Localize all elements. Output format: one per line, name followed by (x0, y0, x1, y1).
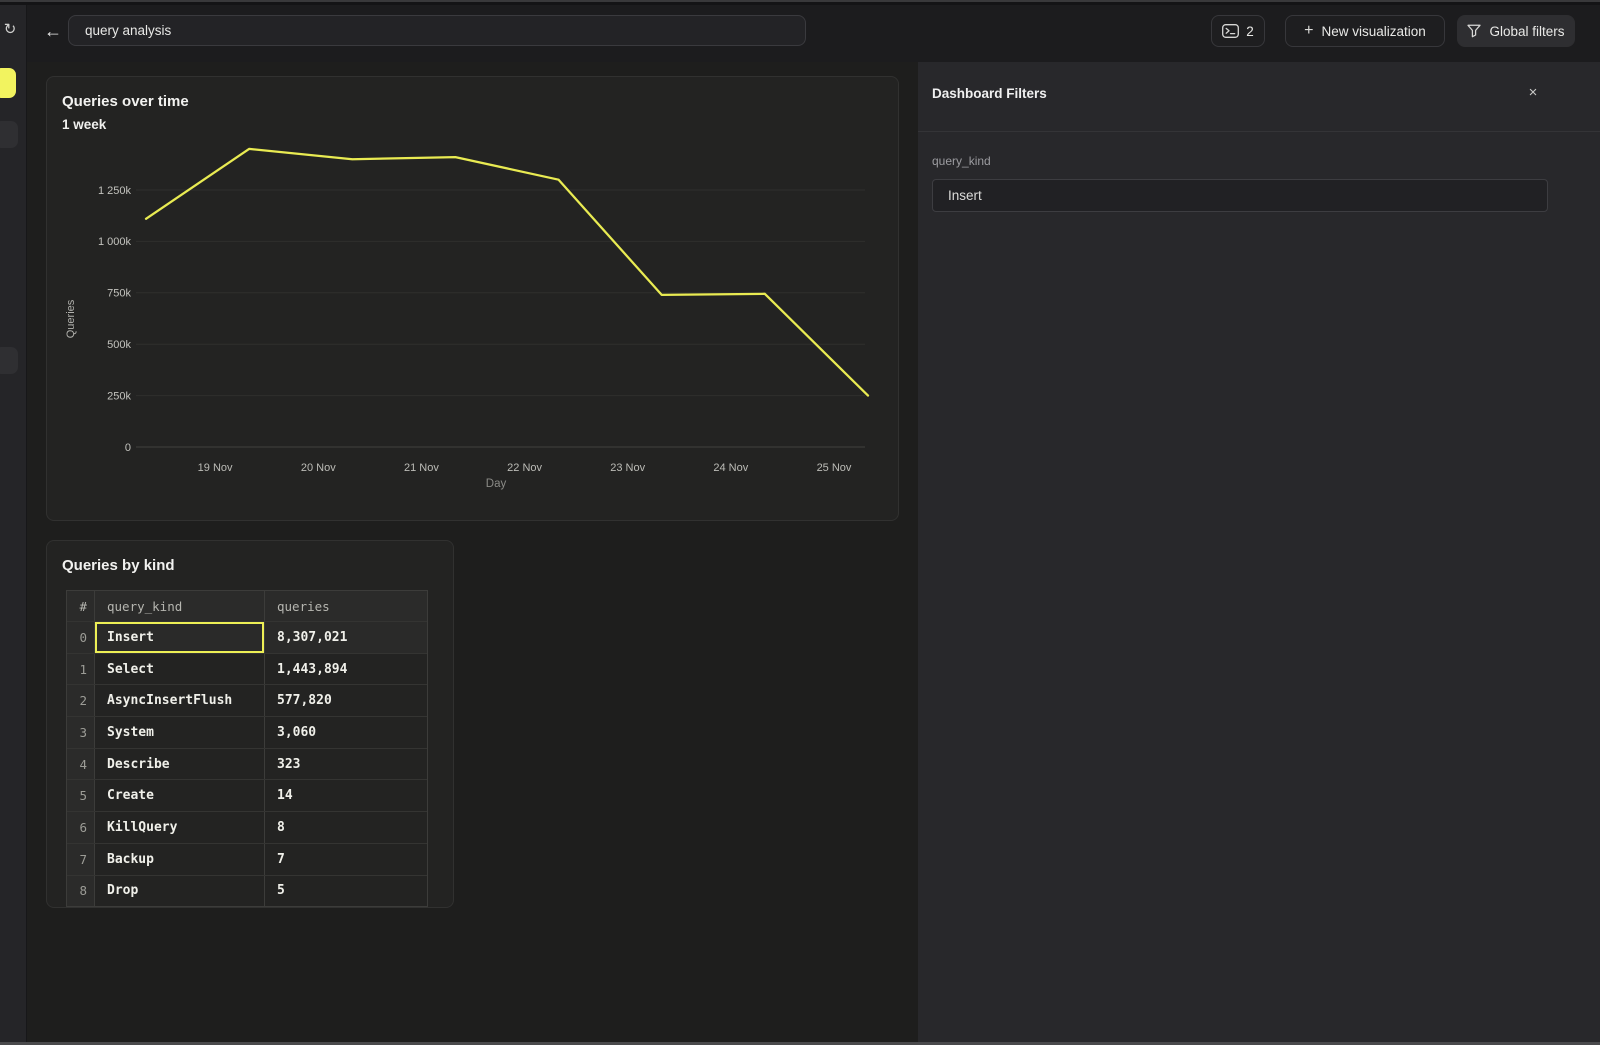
table-row: 2AsyncInsertFlush577,820 (67, 684, 427, 716)
y-tick-label: 250k (107, 390, 131, 402)
dashboard-filters-panel: Dashboard Filters × query_kind (918, 62, 1600, 1042)
plus-icon: + (1304, 22, 1313, 40)
close-icon[interactable]: × (1522, 82, 1544, 104)
x-tick-label: 23 Nov (610, 462, 645, 474)
window-top-edge-shadow (0, 2, 1600, 5)
table-row: 1Select1,443,894 (67, 653, 427, 685)
table-header-queries: queries (265, 591, 427, 621)
y-tick-label: 750k (107, 288, 131, 300)
table-cell-index: 2 (67, 685, 95, 716)
table-row: 4Describe323 (67, 748, 427, 780)
refresh-icon[interactable]: ↻ (1, 21, 19, 39)
table-cell-queries[interactable]: 14 (265, 780, 427, 811)
x-tick-label: 20 Nov (301, 462, 336, 474)
table-title: Queries by kind (62, 557, 175, 574)
table-cell-index: 7 (67, 844, 95, 875)
main-canvas: Queries over time 1 week 0 250k 500k 750k 1 … (27, 62, 917, 1042)
dashboard-title-input[interactable] (68, 15, 806, 46)
sidebar: ↻ (0, 0, 27, 1045)
table-row: 6KillQuery8 (67, 811, 427, 843)
panel-title: Dashboard Filters (932, 86, 1047, 101)
console-count: 2 (1246, 24, 1254, 39)
back-button[interactable]: ← (39, 18, 67, 44)
terminal-icon (1222, 24, 1239, 38)
panel-divider (918, 131, 1600, 132)
table-row: 0Insert8,307,021 (67, 621, 427, 653)
queries-over-time-card: Queries over time 1 week 0 250k 500k 750k 1 … (46, 76, 899, 521)
chart-subtitle: 1 week (62, 117, 106, 132)
x-tick-label: 22 Nov (507, 462, 542, 474)
table-cell-index: 4 (67, 749, 95, 780)
table-cell-queries[interactable]: 5 (265, 876, 427, 907)
sidebar-item[interactable] (0, 121, 18, 148)
table-cell-index: 5 (67, 780, 95, 811)
table-cell-queries[interactable]: 3,060 (265, 717, 427, 748)
table-cell-query-kind[interactable]: Insert (95, 622, 265, 653)
y-tick-label: 1 000k (98, 236, 132, 248)
table-header-query-kind: query_kind (95, 591, 265, 621)
table-cell-query-kind[interactable]: System (95, 717, 265, 748)
line-series (146, 149, 868, 396)
table-cell-queries[interactable]: 7 (265, 844, 427, 875)
x-tick-label: 21 Nov (404, 462, 439, 474)
table-cell-queries[interactable]: 577,820 (265, 685, 427, 716)
global-filters-label: Global filters (1489, 24, 1564, 39)
table-header-row: #query_kindqueries (67, 591, 427, 621)
new-visualization-label: New visualization (1322, 24, 1426, 39)
table-cell-queries[interactable]: 323 (265, 749, 427, 780)
table-cell-query-kind[interactable]: Backup (95, 844, 265, 875)
table-cell-query-kind[interactable]: Describe (95, 749, 265, 780)
chart-title: Queries over time (62, 93, 189, 110)
table-cell-queries[interactable]: 8,307,021 (265, 622, 427, 653)
queries-line-chart[interactable]: 0 250k 500k 750k 1 000k 1 250k 19 Nov 20 Nov 21 … (47, 77, 898, 520)
top-bar: ← 2 + New visualization Global filters (27, 0, 1600, 62)
table-cell-query-kind[interactable]: KillQuery (95, 812, 265, 843)
queries-by-kind-card: Queries by kind #query_kindqueries0Inser… (46, 540, 454, 908)
x-tick-label: 19 Nov (198, 462, 233, 474)
table-cell-index: 0 (67, 622, 95, 653)
filter-field-label: query_kind (932, 154, 991, 168)
table-cell-query-kind[interactable]: Create (95, 780, 265, 811)
new-visualization-button[interactable]: + New visualization (1285, 15, 1445, 47)
sql-console-button[interactable]: 2 (1211, 15, 1265, 47)
table-row: 7Backup7 (67, 843, 427, 875)
x-axis-title: Day (486, 478, 507, 490)
table-cell-query-kind[interactable]: Select (95, 654, 265, 685)
sidebar-item[interactable] (0, 347, 18, 374)
x-tick-label: 24 Nov (713, 462, 748, 474)
x-tick-label: 25 Nov (817, 462, 852, 474)
y-axis-title: Queries (65, 299, 77, 338)
y-tick-label: 0 (125, 442, 131, 454)
app-root: ↻ ← 2 + New visualization Global filters (0, 0, 1600, 1045)
table-header-index: # (67, 591, 95, 621)
table-row: 3System3,060 (67, 716, 427, 748)
funnel-icon (1467, 24, 1481, 38)
table-cell-queries[interactable]: 1,443,894 (265, 654, 427, 685)
y-tick-label: 1 250k (98, 185, 132, 197)
table-cell-index: 6 (67, 812, 95, 843)
table-cell-index: 8 (67, 876, 95, 907)
table-row: 5Create14 (67, 779, 427, 811)
global-filters-button[interactable]: Global filters (1457, 15, 1575, 47)
filter-value-input[interactable] (932, 179, 1548, 212)
table-cell-queries[interactable]: 8 (265, 812, 427, 843)
sidebar-item-active[interactable] (0, 68, 16, 98)
table-cell-query-kind[interactable]: AsyncInsertFlush (95, 685, 265, 716)
table-cell-index: 3 (67, 717, 95, 748)
table-cell-index: 1 (67, 654, 95, 685)
queries-by-kind-table: #query_kindqueries0Insert8,307,0211Selec… (66, 590, 428, 907)
table-row: 8Drop5 (67, 875, 427, 907)
table-cell-query-kind[interactable]: Drop (95, 876, 265, 907)
y-tick-label: 500k (107, 339, 131, 351)
